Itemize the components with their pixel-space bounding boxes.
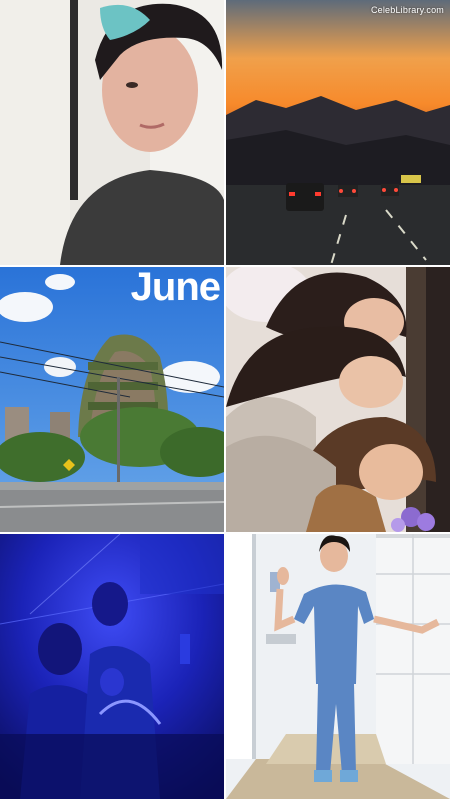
- watermark-text: CelebLibrary.com: [370, 5, 444, 15]
- photo-three-friends-selfie: [226, 267, 450, 532]
- photo-selfie-hair-clip: [0, 0, 224, 265]
- photo-june-building: June: [0, 267, 224, 532]
- photo-hospital-scrubs: [226, 534, 450, 799]
- photo-blue-party: [0, 534, 224, 799]
- june-caption: June: [130, 267, 221, 309]
- photo-collage: CelebLibrary.com June: [0, 0, 450, 799]
- photo-sunset-highway: CelebLibrary.com: [226, 0, 450, 265]
